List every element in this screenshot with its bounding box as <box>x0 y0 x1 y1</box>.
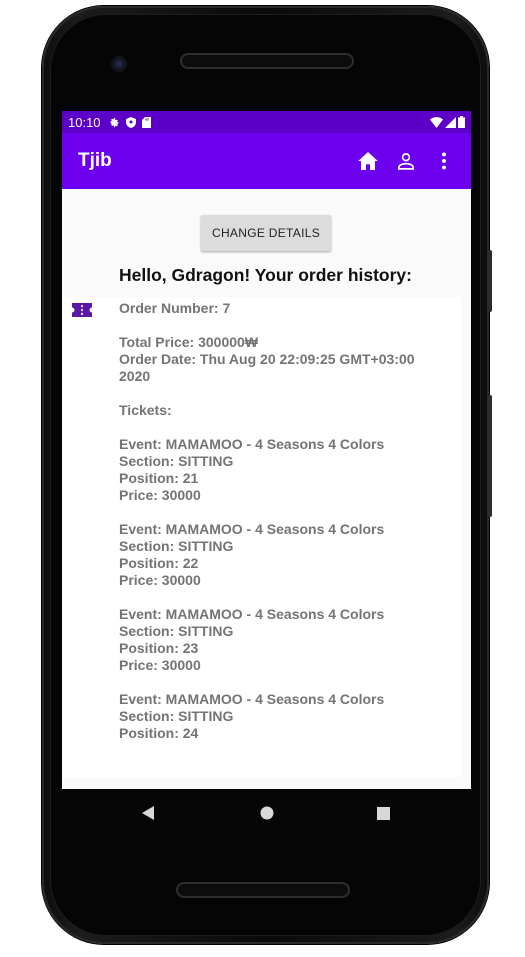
ticket-event: Event: MAMAMOO - 4 Seasons 4 Colors <box>119 606 385 622</box>
ticket-section: Section: SITTING <box>119 453 234 469</box>
app-bar: Tjib <box>62 133 471 189</box>
app-screen: 10:10 Tjib CHANGE DETAILS Hello, Gdragon… <box>62 111 471 789</box>
sd-card-icon <box>141 116 151 128</box>
status-bar: 10:10 <box>62 111 471 133</box>
nav-recents-button[interactable] <box>358 789 408 837</box>
home-icon <box>358 152 378 170</box>
ticket-event: Event: MAMAMOO - 4 Seasons 4 Colors <box>119 521 385 537</box>
nav-home-button[interactable] <box>242 789 292 837</box>
tickets-label: Tickets: <box>119 402 172 418</box>
ticket-price: Price: 30000 <box>119 487 201 503</box>
order-list-item[interactable]: Order Number: 7 Total Price: 300000₩ Ord… <box>62 297 461 777</box>
ticket-icon <box>72 303 92 317</box>
person-icon <box>398 153 414 170</box>
recents-icon <box>376 806 390 820</box>
greeting-heading: Hello, Gdragon! Your order history: <box>119 265 412 285</box>
home-circle-icon <box>260 806 274 820</box>
ticket-event: Event: MAMAMOO - 4 Seasons 4 Colors <box>119 691 385 707</box>
power-button <box>487 395 492 517</box>
ticket-price: Price: 30000 <box>119 572 201 588</box>
cell-signal-icon <box>445 116 456 128</box>
app-title: Tjib <box>78 150 112 171</box>
system-navigation-bar <box>62 789 471 837</box>
ticket-section: Section: SITTING <box>119 538 234 554</box>
volume-button <box>487 250 492 312</box>
order-total-price: Total Price: 300000₩ <box>119 334 259 350</box>
home-button[interactable] <box>349 141 387 181</box>
ticket-event: Event: MAMAMOO - 4 Seasons 4 Colors <box>119 436 385 452</box>
bottom-speaker <box>178 884 348 896</box>
ticket-position: Position: 21 <box>119 470 199 486</box>
order-number: Order Number: 7 <box>119 300 231 316</box>
status-time: 10:10 <box>68 114 101 130</box>
wifi-icon <box>430 116 443 128</box>
ticket-position: Position: 24 <box>119 725 199 741</box>
earpiece-speaker <box>182 55 352 67</box>
order-date: Order Date: Thu Aug 20 22:09:25 GMT+03:0… <box>119 351 415 367</box>
battery-icon <box>458 116 465 128</box>
ticket-section: Section: SITTING <box>119 623 234 639</box>
front-camera <box>111 56 127 72</box>
ticket-section: Section: SITTING <box>119 708 234 724</box>
nav-back-button[interactable] <box>123 789 173 837</box>
ticket-position: Position: 22 <box>119 555 199 571</box>
more-vert-icon <box>442 152 446 170</box>
settings-gear-icon <box>109 117 119 127</box>
order-details: Order Number: 7 Total Price: 300000₩ Ord… <box>119 300 454 742</box>
change-details-button[interactable]: CHANGE DETAILS <box>201 215 331 251</box>
overflow-menu-button[interactable] <box>425 141 463 181</box>
shield-icon <box>125 116 136 128</box>
profile-button[interactable] <box>387 141 425 181</box>
order-date-year: 2020 <box>119 368 151 384</box>
ticket-price: Price: 30000 <box>119 657 201 673</box>
back-icon <box>142 806 154 820</box>
ticket-position: Position: 23 <box>119 640 199 656</box>
